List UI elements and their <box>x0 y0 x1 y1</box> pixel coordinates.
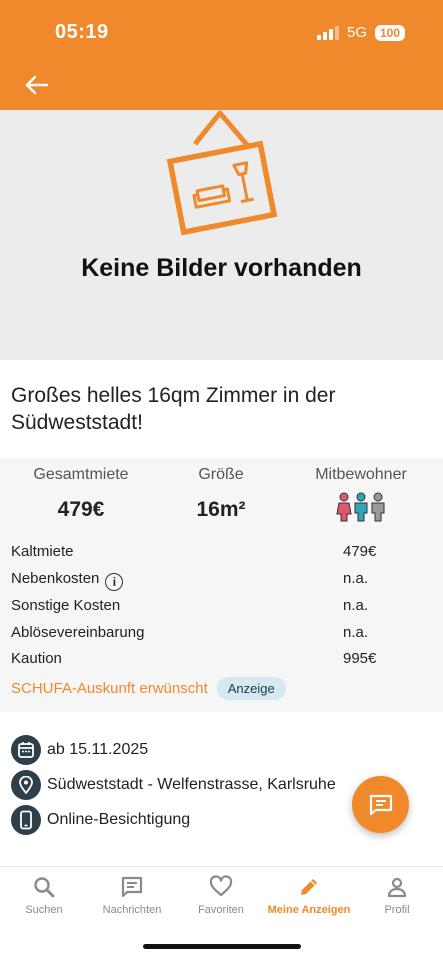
info-icon[interactable]: i <box>105 573 124 591</box>
calendar-icon <box>11 735 41 765</box>
stat-value: 16m² <box>196 498 246 521</box>
tab-label: Suchen <box>25 904 63 916</box>
schufa-row: SCHUFA-Auskunft erwünscht Anzeige <box>11 677 286 700</box>
stat-label: Mitbewohner <box>315 466 407 483</box>
tab-label: Profil <box>384 904 410 916</box>
anzeige-badge[interactable]: Anzeige <box>216 677 286 700</box>
detail-text: Südweststadt - Welfenstrasse, Karlsruhe <box>47 776 336 793</box>
stat-label: Größe <box>198 466 244 483</box>
tab-label: Nachrichten <box>102 904 162 916</box>
listing-title: Großes helles 16qm Zimmer in der Südwest… <box>11 384 336 434</box>
cost-label: Sonstige Kosten <box>11 597 121 614</box>
total-rent-stat: Gesamtmiete 479€ <box>6 466 156 522</box>
cost-row-nebenkosten: Nebenkosten i n.a. <box>11 570 431 591</box>
cost-label: Nebenkosten <box>11 570 100 587</box>
size-stat: Größe 16m² <box>146 466 296 522</box>
message-fab-button[interactable] <box>352 776 409 833</box>
search-icon <box>34 877 55 898</box>
stat-value: 479€ <box>57 498 105 521</box>
home-indicator <box>143 944 301 949</box>
cost-value: 479€ <box>343 543 377 560</box>
detail-text: Online-Besichtigung <box>47 811 191 828</box>
cost-value: n.a. <box>343 570 369 587</box>
phone-icon <box>11 805 41 835</box>
cost-value: 995€ <box>343 650 377 667</box>
flatmates-stat: Mitbewohner <box>286 466 436 522</box>
pencil-icon <box>301 879 317 895</box>
cost-row-kaltmiete: Kaltmiete 479€ <box>11 543 431 560</box>
picture-frame-icon <box>166 110 278 236</box>
tab-label: Favoriten <box>198 904 244 916</box>
tab-nachrichten[interactable]: Nachrichten <box>87 875 177 916</box>
tab-suchen[interactable]: Suchen <box>0 875 89 916</box>
battery-icon: 100 <box>375 24 405 41</box>
no-images-placeholder: Keine Bilder vorhanden <box>0 110 443 360</box>
cost-value: n.a. <box>343 624 369 641</box>
detail-address: Südweststadt - Welfenstrasse, Karlsruhe <box>11 770 336 800</box>
cost-row-abloese: Ablösevereinbarung n.a. <box>11 624 431 641</box>
signal-icon <box>316 25 339 40</box>
arrow-left-icon <box>25 75 49 95</box>
status-indicators: 5G 100 <box>316 24 405 41</box>
tab-meine-anzeigen[interactable]: Meine Anzeigen <box>264 875 354 916</box>
app-header: 05:19 5G 100 <box>0 0 443 110</box>
cost-value: n.a. <box>343 597 369 614</box>
status-time: 05:19 <box>55 21 109 43</box>
cost-label: Kaution <box>11 650 62 667</box>
schufa-text: SCHUFA-Auskunft erwünscht <box>11 680 208 697</box>
flatmates-icons <box>286 492 436 522</box>
cost-label: Ablösevereinbarung <box>11 624 145 641</box>
message-icon <box>121 876 143 898</box>
cost-label-wrap: Nebenkosten i <box>11 570 124 591</box>
stat-label: Gesamtmiete <box>33 466 129 483</box>
network-label: 5G <box>346 24 367 41</box>
location-pin-icon <box>11 770 41 800</box>
cost-label: Kaltmiete <box>11 543 74 560</box>
chat-icon <box>369 794 392 815</box>
tab-label: Meine Anzeigen <box>267 904 351 916</box>
male-flatmate-icon <box>354 492 368 522</box>
cost-row-sonstige: Sonstige Kosten n.a. <box>11 597 431 614</box>
diverse-flatmate-icon <box>371 492 385 522</box>
female-flatmate-icon <box>336 492 352 522</box>
detail-viewing: Online-Besichtigung <box>11 805 190 835</box>
detail-availability: ab 15.11.2025 <box>11 735 148 765</box>
heart-icon <box>209 875 233 897</box>
cost-row-kaution: Kaution 995€ <box>11 650 431 667</box>
back-button[interactable] <box>22 70 52 100</box>
tab-favoriten[interactable]: Favoriten <box>176 875 266 916</box>
no-images-text: Keine Bilder vorhanden <box>81 254 362 282</box>
tab-profil[interactable]: Profil <box>352 875 442 916</box>
detail-text: ab 15.11.2025 <box>47 741 149 758</box>
person-icon <box>387 877 407 898</box>
